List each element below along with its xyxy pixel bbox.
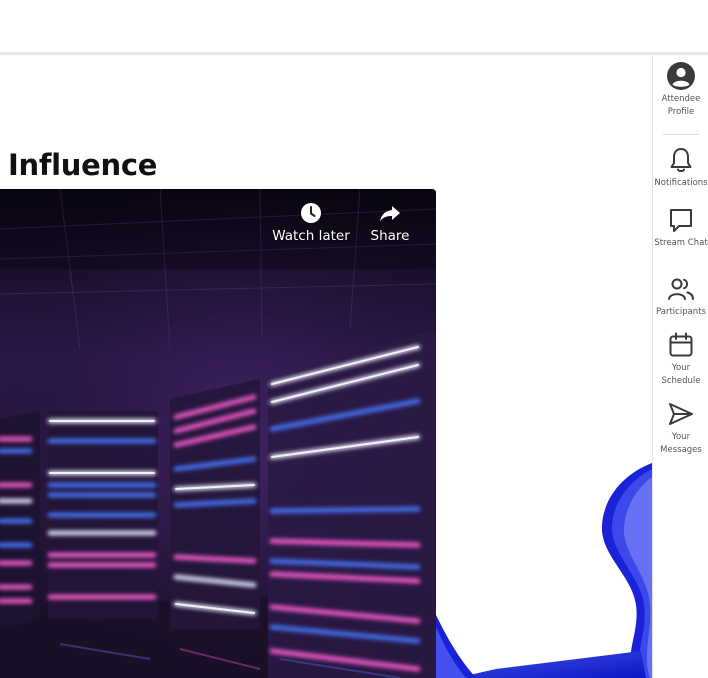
sidebar-item-label: Stream Chat [654, 238, 708, 248]
top-bar [0, 0, 708, 52]
sidebar-item-label: Your Schedule [661, 363, 701, 386]
sidebar-item-label: Attendee Profile [661, 94, 701, 117]
video-thumbnail [0, 189, 436, 678]
sidebar-item-label: Notifications [654, 178, 708, 188]
sidebar-item-attendee-profile[interactable]: Attendee Profile [653, 61, 708, 119]
calendar-icon [669, 332, 693, 357]
watch-later-button[interactable]: Watch later [270, 201, 352, 244]
page-title: Influence [8, 148, 158, 182]
sidebar-divider [663, 134, 699, 135]
bell-icon [670, 148, 692, 172]
right-sidebar: Attendee Profile Notifications Stream Ch… [652, 55, 708, 678]
users-icon [668, 278, 694, 300]
share-arrow-icon [380, 206, 400, 222]
sidebar-item-label: Your Messages [660, 432, 702, 455]
video-player[interactable]: Watch later Share [0, 189, 436, 678]
share-button[interactable]: Share [362, 201, 418, 244]
watch-later-label: Watch later [272, 228, 350, 244]
chat-bubble-icon [670, 209, 692, 232]
main-content: Influence Watch later Share [0, 55, 652, 678]
send-icon [669, 403, 693, 425]
sidebar-item-participants[interactable]: Participants [653, 274, 708, 319]
clock-icon [301, 203, 321, 223]
share-label: Share [370, 228, 410, 244]
user-circle-icon [667, 62, 695, 90]
sidebar-item-stream-chat[interactable]: Stream Chat [653, 205, 708, 250]
sidebar-item-your-messages[interactable]: Your Messages [653, 399, 708, 457]
decorative-wave-graphic [436, 463, 652, 678]
sidebar-item-your-schedule[interactable]: Your Schedule [653, 330, 708, 388]
sidebar-item-label: Participants [656, 307, 706, 317]
sidebar-item-notifications[interactable]: Notifications [653, 145, 708, 190]
